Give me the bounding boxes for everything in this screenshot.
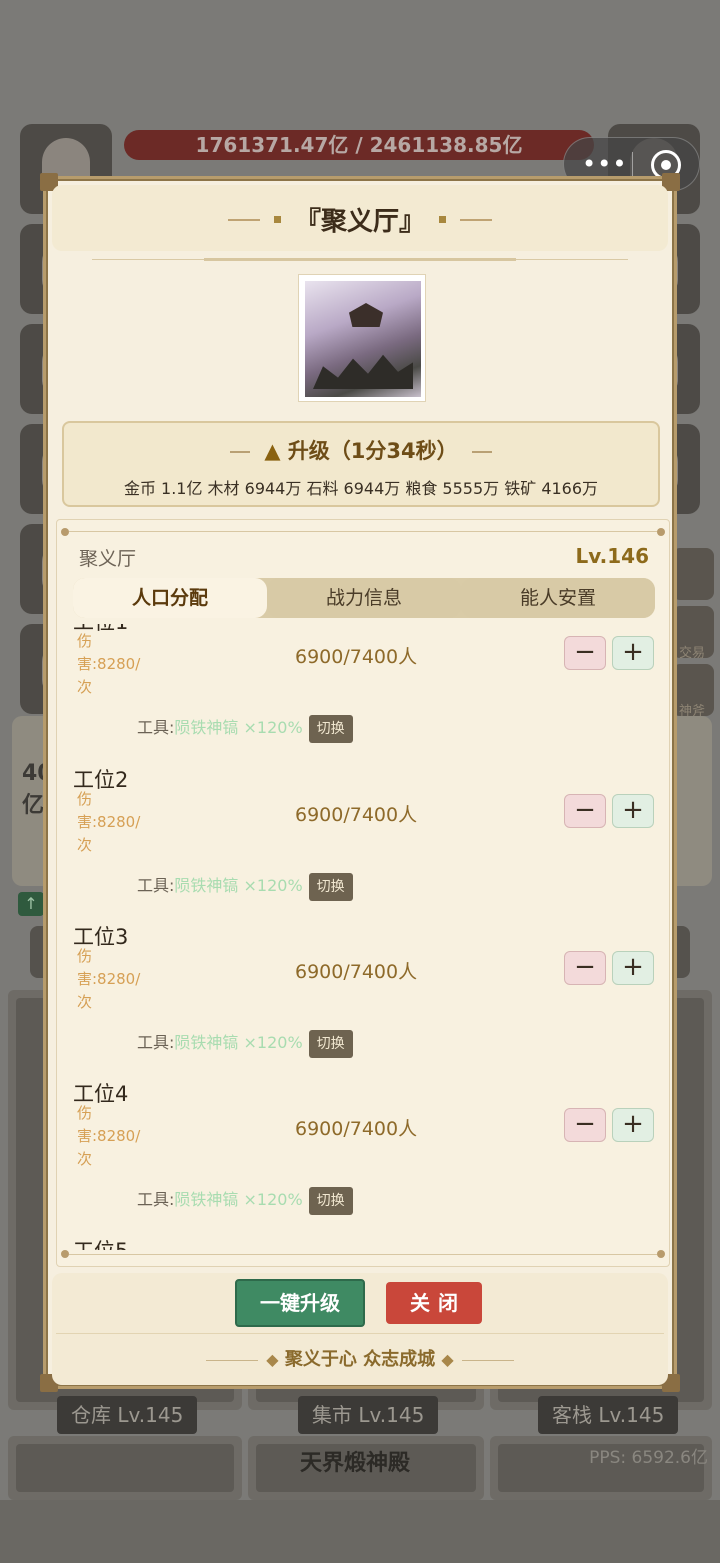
building-card — [8, 1436, 242, 1500]
lightning-icon — [672, 548, 714, 600]
more-icon[interactable]: ••• — [582, 150, 627, 178]
title-divider — [92, 258, 628, 261]
pps-readout: PPS: 6592.6亿 — [589, 1448, 708, 1468]
building-level: Lv.146 — [575, 544, 650, 568]
bottom-bar — [0, 1500, 720, 1563]
decrease-button[interactable]: − — [564, 636, 606, 670]
increase-button[interactable]: + — [612, 636, 654, 670]
title-ornament — [460, 218, 492, 221]
building-label-market: 集市 Lv.145 — [298, 1396, 439, 1434]
list-item: 工位4 伤害:8280/次 6900/7400人 − + 工具:陨铁神镐 ×12… — [57, 1078, 669, 1235]
hp-bar-text: 1761371.47亿 / 2461138.85亿 — [195, 133, 523, 157]
close-button[interactable]: 关闭 — [386, 1282, 482, 1324]
increase-button[interactable]: + — [612, 1108, 654, 1142]
diamond-icon: ◆ — [441, 1350, 454, 1369]
tab-talents[interactable]: 能人安置 — [461, 578, 655, 618]
tool-name: 陨铁神镐 ×120% — [174, 1190, 303, 1209]
slot-damage: 伤害:8280/次 — [77, 947, 141, 1011]
slot-damage: 伤害:8280/次 — [77, 1104, 141, 1168]
slot-population: 6900/7400人 — [295, 646, 418, 668]
slot-population: 6900/7400人 — [295, 804, 418, 826]
switch-tool-button[interactable]: 切换 — [308, 1029, 353, 1058]
list-item: 工位2 伤害:8280/次 6900/7400人 − + 工具:陨铁神镐 ×12… — [57, 764, 669, 921]
tool-row: 工具:陨铁神镐 ×120% 切换 — [137, 1186, 353, 1215]
tab-population[interactable]: 人口分配 — [73, 578, 267, 618]
tool-name: 陨铁神镐 ×120% — [174, 1033, 303, 1052]
building-image — [298, 274, 426, 402]
increase-button[interactable]: + — [612, 794, 654, 828]
tab-bar: 人口分配 战力信息 能人安置 — [73, 578, 655, 618]
decrease-button[interactable]: − — [564, 951, 606, 985]
upgrade-arrow-icon: ▲ — [264, 439, 281, 463]
slot-population: 6900/7400人 — [295, 1118, 418, 1140]
building-label-inn: 客栈 Lv.145 — [538, 1396, 679, 1434]
decrease-button[interactable]: − — [564, 1108, 606, 1142]
list-item: 工位5 — [57, 1235, 669, 1250]
decrease-button[interactable]: − — [564, 794, 606, 828]
tool-row: 工具:陨铁神镐 ×120% 切换 — [137, 1029, 353, 1058]
upgrade-label: 升级（1分34秒） — [287, 439, 458, 463]
slot-list[interactable]: 工位1 伤害:8280/次 6900/7400人 − + 工具:陨铁神镐 ×12… — [57, 624, 669, 1250]
slot-damage: 伤害:8280/次 — [77, 632, 141, 696]
bottom-building-title: 天界煅神殿 — [300, 1450, 411, 1476]
upgrade-panel[interactable]: ▲ 升级（1分34秒） 金币 1.1亿 木材 6944万 石料 6944万 粮食… — [62, 421, 660, 507]
switch-tool-button[interactable]: 切换 — [308, 1186, 353, 1215]
building-label-warehouse: 仓库 Lv.145 — [57, 1396, 198, 1434]
upgrade-costs: 金币 1.1亿 木材 6944万 石料 6944万 粮食 5555万 铁矿 41… — [123, 479, 599, 498]
tool-row: 工具:陨铁神镐 ×120% 切换 — [137, 872, 353, 901]
tool-name: 陨铁神镐 ×120% — [174, 718, 303, 737]
switch-tool-button[interactable]: 切换 — [308, 872, 353, 901]
building-details: 聚义厅 Lv.146 人口分配 战力信息 能人安置 工位1 伤害:8280/次 … — [56, 519, 670, 1267]
increase-button[interactable]: + — [612, 951, 654, 985]
modal-title: 『聚义厅』 — [294, 207, 425, 237]
tool-name: 陨铁神镐 ×120% — [174, 876, 303, 895]
slot-name: 工位5 — [73, 1235, 128, 1250]
upgrade-all-button[interactable]: 一键升级 — [235, 1279, 365, 1327]
modal-header: 『聚义厅』 — [52, 185, 668, 251]
list-item: 工位1 伤害:8280/次 6900/7400人 − + 工具:陨铁神镐 ×12… — [57, 624, 669, 763]
switch-tool-button[interactable]: 切换 — [308, 714, 353, 743]
building-modal: 『聚义厅』 ▲ 升级（1分34秒） 金币 1.1亿 木材 6944万 石料 69… — [40, 173, 680, 1392]
side-label-trade: 交易 — [679, 646, 706, 661]
footer-divider — [56, 1333, 664, 1334]
tool-row: 工具:陨铁神镐 ×120% 切换 — [137, 714, 353, 743]
capsule-divider — [632, 152, 633, 178]
diamond-icon: ◆ — [266, 1350, 279, 1369]
motto: ◆ 聚义于心 众志成城 ◆ — [46, 1345, 674, 1371]
slot-damage: 伤害:8280/次 — [77, 790, 141, 854]
list-item: 工位3 伤害:8280/次 6900/7400人 − + 工具:陨铁神镐 ×12… — [57, 921, 669, 1078]
motto-text: 聚义于心 众志成城 — [284, 1349, 436, 1370]
title-ornament — [227, 218, 260, 221]
slot-population: 6900/7400人 — [295, 961, 418, 983]
tab-combat-info[interactable]: 战力信息 — [267, 578, 461, 618]
building-name: 聚义厅 — [79, 548, 137, 570]
arrow-up-icon: ↑ — [18, 892, 44, 916]
